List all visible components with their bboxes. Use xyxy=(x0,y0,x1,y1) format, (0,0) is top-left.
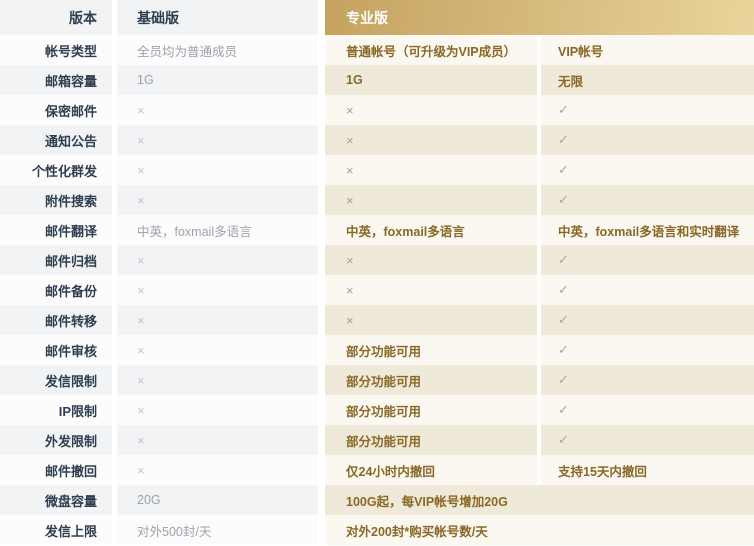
header-pro-label: 专业版 xyxy=(325,0,754,35)
feature-row: 微盘容量20G100G起，每VIP帐号增加20G xyxy=(0,485,754,515)
pro-vip-value: ✓ xyxy=(541,185,754,215)
feature-row: 个性化群发××✓ xyxy=(0,155,754,185)
feature-row: 发信限制×部分功能可用✓ xyxy=(0,365,754,395)
pro-value-full: 100G起，每VIP帐号增加20G xyxy=(325,485,754,515)
pro-normal-value: × xyxy=(325,95,537,125)
basic-value: 对外500封/天 xyxy=(117,515,318,545)
basic-value: 全员均为普通成员 xyxy=(117,35,318,65)
basic-value: × xyxy=(117,365,318,395)
pro-vip-value: ✓ xyxy=(541,305,754,335)
feature-row: 邮件审核×部分功能可用✓ xyxy=(0,335,754,365)
row-label: 外发限制 xyxy=(0,425,112,455)
feature-row: 帐号类型全员均为普通成员普通帐号（可升级为VIP成员）VIP帐号 xyxy=(0,35,754,65)
pro-normal-value: 中英，foxmail多语言 xyxy=(325,215,537,245)
feature-row: IP限制×部分功能可用✓ xyxy=(0,395,754,425)
pro-normal-value: 部分功能可用 xyxy=(325,335,537,365)
row-label: 邮件审核 xyxy=(0,335,112,365)
table-header-row: 版本 基础版 专业版 xyxy=(0,0,754,35)
basic-value: 1G xyxy=(117,65,318,95)
pro-normal-value: 部分功能可用 xyxy=(325,395,537,425)
basic-value: × xyxy=(117,155,318,185)
row-label: 邮件备份 xyxy=(0,275,112,305)
row-label: 发信限制 xyxy=(0,365,112,395)
basic-value: × xyxy=(117,125,318,155)
pro-vip-value: 支持15天内撤回 xyxy=(541,455,754,485)
row-label: 邮件归档 xyxy=(0,245,112,275)
pro-vip-value: ✓ xyxy=(541,245,754,275)
feature-row: 邮件翻译中英，foxmail多语言中英，foxmail多语言中英，foxmail… xyxy=(0,215,754,245)
pro-vip-value: ✓ xyxy=(541,365,754,395)
header-version-label: 版本 xyxy=(0,0,112,35)
basic-value: × xyxy=(117,305,318,335)
version-comparison-table: 版本 基础版 专业版 帐号类型全员均为普通成员普通帐号（可升级为VIP成员）VI… xyxy=(0,0,754,545)
header-basic-label: 基础版 xyxy=(117,0,318,35)
pro-vip-value: ✓ xyxy=(541,425,754,455)
pro-vip-value: ✓ xyxy=(541,125,754,155)
basic-value: × xyxy=(117,275,318,305)
feature-row: 外发限制×部分功能可用✓ xyxy=(0,425,754,455)
pro-normal-value: × xyxy=(325,125,537,155)
basic-value: 20G xyxy=(117,485,318,515)
row-label: 邮件翻译 xyxy=(0,215,112,245)
pro-normal-value: 普通帐号（可升级为VIP成员） xyxy=(325,35,537,65)
feature-row: 邮件备份××✓ xyxy=(0,275,754,305)
basic-value: × xyxy=(117,245,318,275)
feature-row: 通知公告××✓ xyxy=(0,125,754,155)
pro-vip-value: 中英，foxmail多语言和实时翻译 xyxy=(541,215,754,245)
basic-value: × xyxy=(117,185,318,215)
feature-row: 邮件转移××✓ xyxy=(0,305,754,335)
row-label: 微盘容量 xyxy=(0,485,112,515)
row-label: 通知公告 xyxy=(0,125,112,155)
pro-vip-value: ✓ xyxy=(541,95,754,125)
pro-normal-value: × xyxy=(325,275,537,305)
row-label: 个性化群发 xyxy=(0,155,112,185)
basic-value: 中英，foxmail多语言 xyxy=(117,215,318,245)
pro-normal-value: × xyxy=(325,185,537,215)
row-label: 邮件转移 xyxy=(0,305,112,335)
basic-value: × xyxy=(117,95,318,125)
pro-vip-value: ✓ xyxy=(541,335,754,365)
feature-row: 发信上限对外500封/天对外200封*购买帐号数/天 xyxy=(0,515,754,545)
table-body: 帐号类型全员均为普通成员普通帐号（可升级为VIP成员）VIP帐号邮箱容量1G1G… xyxy=(0,35,754,545)
row-label: 帐号类型 xyxy=(0,35,112,65)
pro-vip-value: ✓ xyxy=(541,395,754,425)
pro-normal-value: 部分功能可用 xyxy=(325,365,537,395)
feature-row: 邮件撤回×仅24小时内撤回支持15天内撤回 xyxy=(0,455,754,485)
pro-normal-value: × xyxy=(325,155,537,185)
pro-vip-value: VIP帐号 xyxy=(541,35,754,65)
basic-value: × xyxy=(117,335,318,365)
feature-row: 保密邮件××✓ xyxy=(0,95,754,125)
row-label: 发信上限 xyxy=(0,515,112,545)
pro-vip-value: 无限 xyxy=(541,65,754,95)
feature-row: 附件搜索××✓ xyxy=(0,185,754,215)
basic-value: × xyxy=(117,455,318,485)
pro-vip-value: ✓ xyxy=(541,275,754,305)
row-label: 附件搜索 xyxy=(0,185,112,215)
pro-normal-value: × xyxy=(325,245,537,275)
row-label: 邮箱容量 xyxy=(0,65,112,95)
pro-normal-value: × xyxy=(325,305,537,335)
pro-value-full: 对外200封*购买帐号数/天 xyxy=(325,515,754,545)
pro-normal-value: 1G xyxy=(325,65,537,95)
pro-vip-value: ✓ xyxy=(541,155,754,185)
row-label: 邮件撤回 xyxy=(0,455,112,485)
basic-value: × xyxy=(117,395,318,425)
pro-normal-value: 仅24小时内撤回 xyxy=(325,455,537,485)
basic-value: × xyxy=(117,425,318,455)
feature-row: 邮件归档××✓ xyxy=(0,245,754,275)
feature-row: 邮箱容量1G1G无限 xyxy=(0,65,754,95)
row-label: 保密邮件 xyxy=(0,95,112,125)
row-label: IP限制 xyxy=(0,395,112,425)
pro-normal-value: 部分功能可用 xyxy=(325,425,537,455)
